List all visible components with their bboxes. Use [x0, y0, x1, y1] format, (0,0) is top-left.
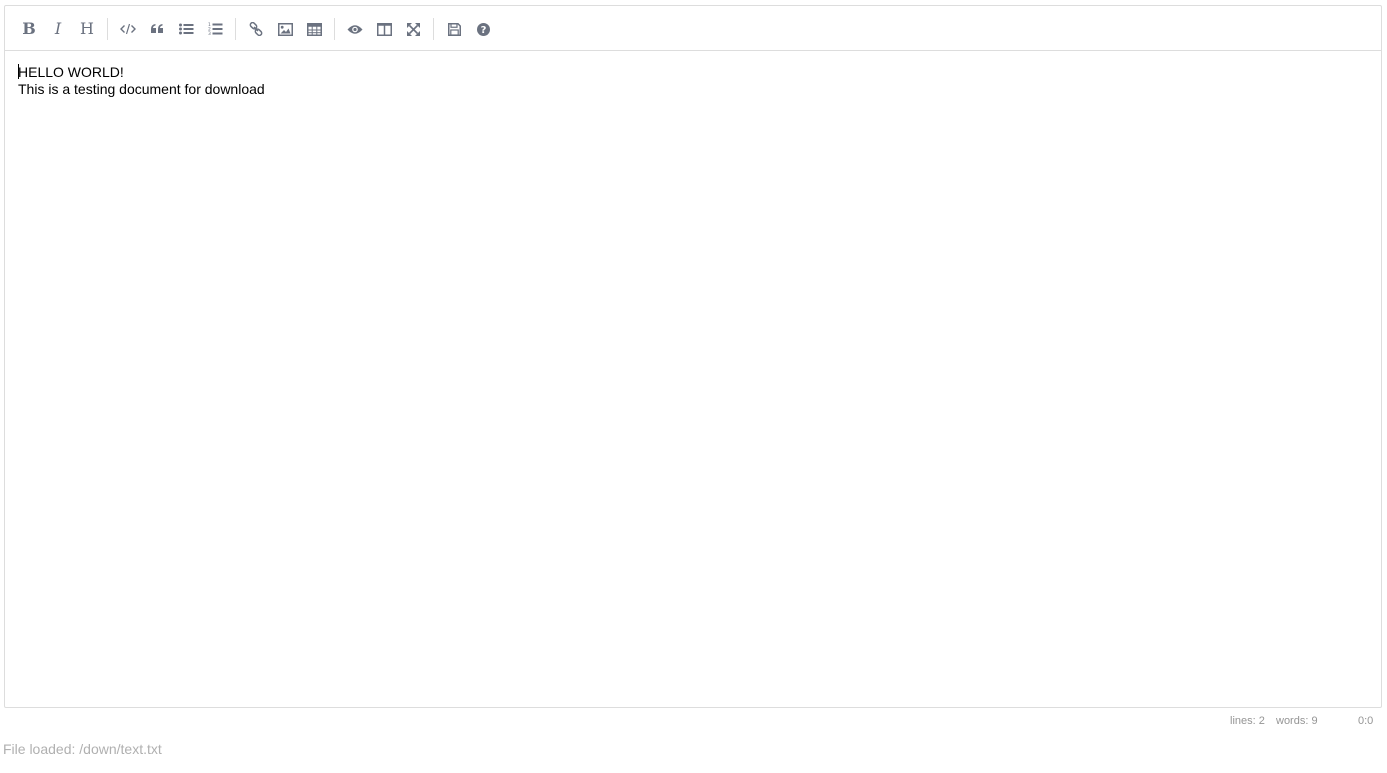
- code-button[interactable]: [115, 15, 141, 43]
- status-lines: lines: 2: [1230, 715, 1265, 727]
- file-loaded-status: File loaded: /down/text.txt: [3, 741, 162, 757]
- toolbar-separator: [235, 18, 236, 40]
- status-words: words: 9: [1276, 715, 1318, 727]
- ordered-list-button[interactable]: 1 2 3: [202, 15, 228, 43]
- fullscreen-button[interactable]: [400, 15, 426, 43]
- table-button[interactable]: [301, 15, 327, 43]
- table-icon: [306, 22, 322, 36]
- toolbar-separator: [107, 18, 108, 40]
- ordered-list-icon: 1 2 3: [208, 22, 222, 36]
- italic-icon: I: [54, 19, 62, 38]
- image-button[interactable]: [272, 15, 298, 43]
- save-icon: [447, 22, 461, 36]
- save-button[interactable]: [441, 15, 467, 43]
- editor-line: This is a testing document for download: [18, 81, 265, 97]
- bold-icon: B: [22, 19, 36, 38]
- heading-button[interactable]: H: [74, 15, 100, 43]
- bold-button[interactable]: B: [16, 15, 42, 43]
- italic-button[interactable]: I: [45, 15, 71, 43]
- side-by-side-button[interactable]: [371, 15, 397, 43]
- preview-button[interactable]: [342, 15, 368, 43]
- link-button[interactable]: [243, 15, 269, 43]
- editor-toolbar: B I H 1 2 3 ?: [5, 6, 1381, 51]
- toolbar-separator: [433, 18, 434, 40]
- link-icon: [249, 22, 263, 36]
- image-icon: [277, 22, 293, 36]
- code-icon: [120, 23, 136, 35]
- preview-icon: [347, 24, 363, 34]
- side-by-side-icon: [376, 22, 392, 36]
- unordered-list-button[interactable]: [173, 15, 199, 43]
- quote-button[interactable]: [144, 15, 170, 43]
- heading-icon: H: [80, 19, 94, 38]
- help-button[interactable]: ?: [470, 15, 496, 43]
- quote-icon: [151, 24, 163, 33]
- svg-text:3: 3: [208, 31, 211, 36]
- editor-line: HELLO WORLD!: [18, 64, 124, 80]
- unordered-list-icon: [178, 23, 193, 35]
- status-cursor-position: 0:0: [1358, 715, 1374, 727]
- editor-content[interactable]: HELLO WORLD! This is a testing document …: [18, 64, 1368, 98]
- svg-text:?: ?: [480, 25, 486, 36]
- fullscreen-icon: [406, 22, 420, 36]
- help-icon: ?: [476, 22, 490, 36]
- markdown-editor: B I H 1 2 3 ? HELLO WORLD! This is a tes…: [4, 5, 1382, 708]
- toolbar-separator: [334, 18, 335, 40]
